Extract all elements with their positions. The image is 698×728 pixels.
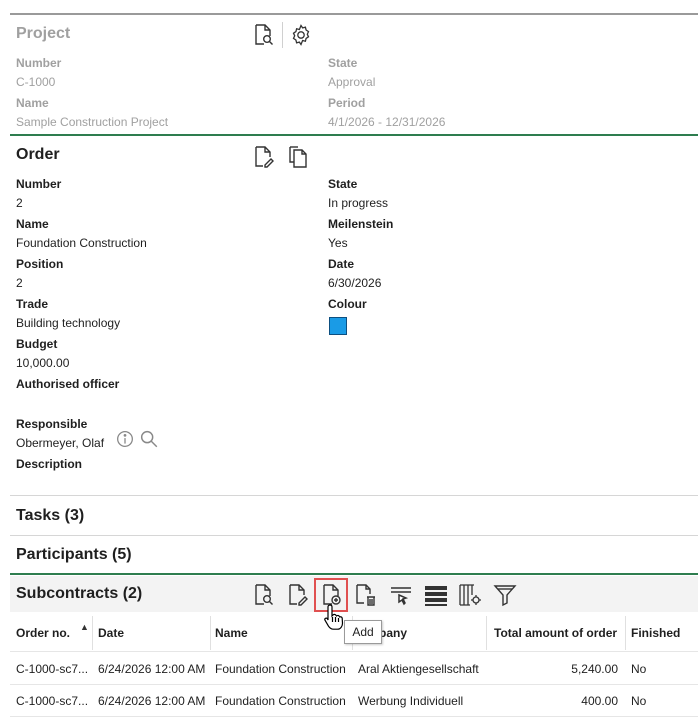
- column-settings-icon[interactable]: [457, 582, 483, 608]
- column-header-name[interactable]: Name: [215, 626, 248, 640]
- column-header-company[interactable]: pany: [379, 626, 407, 640]
- copy-document-icon[interactable]: [285, 144, 311, 170]
- cell-name[interactable]: Foundation Construction: [215, 694, 346, 708]
- list-view-icon[interactable]: [423, 582, 449, 608]
- cell-total-amount[interactable]: 5,240.00: [560, 662, 618, 676]
- project-period-value: 4/1/2026 - 12/31/2026: [328, 115, 446, 129]
- cell-total-amount[interactable]: 400.00: [560, 694, 618, 708]
- subcontracts-section-header[interactable]: Subcontracts (2): [16, 585, 142, 603]
- order-trade-label: Trade: [16, 297, 49, 311]
- order-position-value: 2: [16, 276, 23, 290]
- order-budget-label: Budget: [16, 337, 58, 351]
- tasks-section-header[interactable]: Tasks (3): [16, 507, 84, 525]
- cell-company[interactable]: Werbung Individuell: [358, 694, 463, 708]
- sort-ascending-icon: ▲: [80, 622, 89, 632]
- search-icon[interactable]: [138, 428, 160, 450]
- project-name-label: Name: [16, 96, 49, 110]
- order-milestone-value: Yes: [328, 236, 348, 250]
- order-name-value: Foundation Construction: [16, 236, 147, 250]
- project-number-value: C-1000: [16, 75, 56, 89]
- project-state-value: Approval: [328, 75, 376, 89]
- cell-order-no[interactable]: C-1000-sc7...: [16, 694, 88, 708]
- edit-document-icon[interactable]: [250, 144, 276, 170]
- column-header-date[interactable]: Date: [98, 626, 124, 640]
- order-date-value: 6/30/2026: [328, 276, 382, 290]
- order-milestone-label: Meilenstein: [328, 217, 394, 231]
- order-colour-label: Colour: [328, 297, 367, 311]
- order-budget-value: 10,000.00: [16, 356, 70, 370]
- column-header-total-amount[interactable]: Total amount of order: [494, 626, 617, 640]
- colour-swatch: [329, 317, 347, 335]
- order-description-label: Description: [16, 457, 83, 471]
- cell-date[interactable]: 6/24/2026 12:00 AM: [98, 662, 205, 676]
- cell-order-no[interactable]: C-1000-sc7...: [16, 662, 88, 676]
- order-position-label: Position: [16, 257, 64, 271]
- column-header-finished[interactable]: Finished: [631, 626, 680, 640]
- order-state-label: State: [328, 177, 358, 191]
- cell-company[interactable]: Aral Aktiengesellschaft: [358, 662, 479, 676]
- edit-document-icon[interactable]: [284, 582, 310, 608]
- cell-finished[interactable]: No: [631, 694, 646, 708]
- order-date-label: Date: [328, 257, 355, 271]
- cell-finished[interactable]: No: [631, 662, 646, 676]
- participants-section-header[interactable]: Participants (5): [16, 546, 132, 564]
- cell-date[interactable]: 6/24/2026 12:00 AM: [98, 694, 205, 708]
- project-period-label: Period: [328, 96, 366, 110]
- order-officer-label: Authorised officer: [16, 377, 120, 391]
- cell-name[interactable]: Foundation Construction: [215, 662, 346, 676]
- project-title: Project: [16, 25, 71, 42]
- project-state-label: State: [328, 56, 358, 70]
- filter-icon[interactable]: [492, 582, 518, 608]
- add-tooltip: Add: [344, 620, 382, 644]
- order-number-label: Number: [16, 177, 62, 191]
- project-number-label: Number: [16, 56, 62, 70]
- order-name-label: Name: [16, 217, 49, 231]
- info-icon[interactable]: [114, 428, 136, 450]
- order-title: Order: [16, 146, 60, 163]
- hand-cursor-icon: [322, 602, 348, 637]
- view-document-icon[interactable]: [250, 582, 276, 608]
- order-responsible-label: Responsible: [16, 417, 88, 431]
- order-state-value: In progress: [328, 196, 389, 210]
- order-responsible-value: Obermeyer, Olaf: [16, 436, 105, 450]
- view-document-icon[interactable]: [250, 22, 276, 48]
- column-header-order-no[interactable]: Order no.: [16, 626, 70, 640]
- order-trade-value: Building technology: [16, 316, 121, 330]
- delete-document-icon[interactable]: [352, 582, 378, 608]
- order-number-value: 2: [16, 196, 23, 210]
- settings-gear-icon[interactable]: [288, 22, 314, 48]
- project-name-value: Sample Construction Project: [16, 115, 169, 129]
- select-rows-icon[interactable]: [388, 582, 414, 608]
